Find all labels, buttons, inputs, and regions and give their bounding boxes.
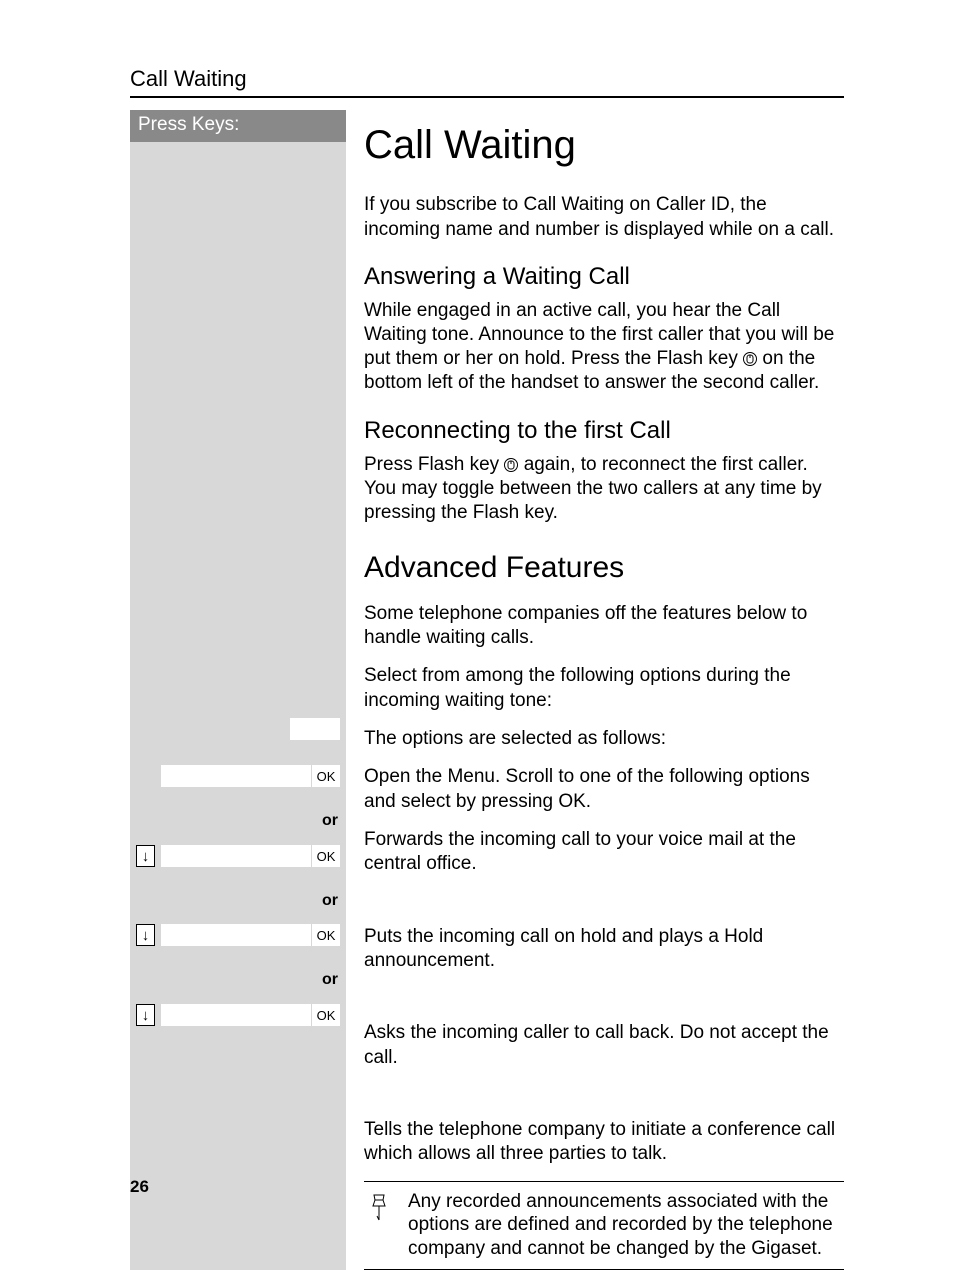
sidebar-header: Press Keys: [130, 110, 346, 142]
option-4-key-row: ↓ OK [130, 1004, 346, 1026]
spacer-or-1 [364, 891, 844, 911]
down-arrow-icon: ↓ [136, 845, 155, 867]
ok-label: OK [311, 765, 340, 787]
option-1-blank [161, 765, 311, 787]
running-head: Call Waiting [130, 66, 844, 92]
note-box: Any recorded announcements associated wi… [364, 1181, 844, 1270]
advanced-opt4: Tells the telephone company to initiate … [364, 1118, 844, 1167]
page-number: 26 [130, 1177, 149, 1197]
menu-key-row [130, 718, 346, 740]
spacer-or-2 [364, 987, 844, 1007]
answering-heading: Answering a Waiting Call [364, 262, 844, 293]
advanced-p1: Some telephone companies off the feature… [364, 602, 844, 651]
or-separator: or [322, 892, 338, 910]
reconnecting-heading: Reconnecting to the first Call [364, 416, 844, 447]
option-4-blank [161, 1004, 311, 1026]
or-separator: or [322, 812, 338, 830]
advanced-p3: The options are selected as follows: [364, 727, 844, 751]
ok-label: OK [311, 845, 340, 867]
answering-body: While engaged in an active call, you hea… [364, 299, 844, 396]
manual-page: Call Waiting Press Keys: OK or ↓ [0, 0, 954, 1235]
down-arrow-icon: ↓ [136, 924, 155, 946]
flash-key-icon [743, 352, 757, 366]
down-arrow-icon: ↓ [136, 1004, 155, 1026]
advanced-p2: Select from among the following options … [364, 664, 844, 713]
intro-paragraph: If you subscribe to Call Waiting on Call… [364, 193, 844, 242]
pushpin-icon [368, 1190, 392, 1261]
ok-label: OK [311, 1004, 340, 1026]
option-2-field: OK [161, 845, 340, 867]
flash-key-icon [504, 458, 518, 472]
page-title: Call Waiting [364, 120, 844, 171]
advanced-opt1: Forwards the incoming call to your voice… [364, 828, 844, 877]
option-4-field: OK [161, 1004, 340, 1026]
option-1-field: OK [161, 765, 340, 787]
option-3-key-row: ↓ OK [130, 924, 346, 946]
advanced-opt3: Asks the incoming caller to call back. D… [364, 1021, 844, 1070]
running-head-rule [130, 96, 844, 98]
two-column-layout: Press Keys: OK or ↓ OK or [130, 110, 844, 1270]
option-2-blank [161, 845, 311, 867]
reconnecting-body-before: Press Flash key [364, 454, 504, 475]
spacer-or-3 [364, 1084, 844, 1104]
advanced-open-menu: Open the Menu. Scroll to one of the foll… [364, 765, 844, 814]
ok-label: OK [311, 924, 340, 946]
option-1-key-row: OK [130, 765, 346, 787]
press-keys-sidebar: Press Keys: OK or ↓ OK or [130, 110, 346, 1270]
option-3-field: OK [161, 924, 340, 946]
option-2-key-row: ↓ OK [130, 845, 346, 867]
note-text: Any recorded announcements associated wi… [408, 1190, 840, 1261]
option-3-blank [161, 924, 311, 946]
advanced-opt2: Puts the incoming call on hold and plays… [364, 925, 844, 974]
main-content: Call Waiting If you subscribe to Call Wa… [364, 110, 844, 1270]
reconnecting-body: Press Flash key again, to reconnect the … [364, 453, 844, 526]
menu-key-blank [290, 718, 340, 740]
advanced-heading: Advanced Features [364, 549, 844, 587]
or-separator: or [322, 971, 338, 989]
